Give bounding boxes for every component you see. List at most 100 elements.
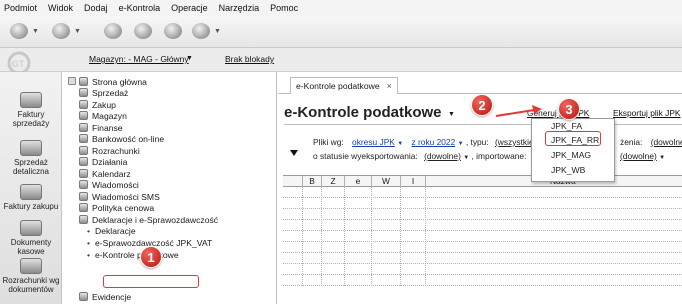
- grid-line: [321, 187, 322, 286]
- tree-item-pricing-policy[interactable]: Polityka cenowa: [79, 202, 154, 213]
- arrow-icon: [495, 105, 542, 117]
- chevron-down-icon[interactable]: ▼: [32, 28, 39, 35]
- dropdown-item-jpk-mag[interactable]: JPK_MAG: [551, 150, 591, 160]
- column-i[interactable]: I: [400, 176, 425, 187]
- tree-item-records[interactable]: Ewidencje: [79, 291, 131, 302]
- finance-icon: [79, 123, 88, 132]
- creation-filter[interactable]: (dowolne): [651, 137, 682, 147]
- chevron-down-icon[interactable]: ▼: [463, 155, 469, 161]
- tree-item-purchase[interactable]: Zakup: [79, 99, 116, 110]
- column-e[interactable]: e: [344, 176, 371, 187]
- tab-e-kontrole[interactable]: e-Kontrole podatkowe ×: [290, 77, 398, 94]
- table-row[interactable]: [283, 220, 682, 231]
- table-row[interactable]: [283, 209, 682, 220]
- quick-purchase-invoices[interactable]: Faktury zakupu: [0, 184, 62, 211]
- tree-sub-deklaracje[interactable]: Deklaracje: [87, 225, 136, 236]
- purchase-icon: [20, 184, 42, 200]
- year-filter[interactable]: z roku 2022: [411, 137, 455, 147]
- tree-item-actions[interactable]: Działania: [79, 156, 127, 167]
- tree-item-finance[interactable]: Finanse: [79, 122, 123, 133]
- filter-label: , importowane:: [471, 151, 527, 161]
- tree-item-home[interactable]: Strona główna: [79, 76, 147, 87]
- tree-sub-e-kontrole[interactable]: e-Kontrole podatkowe: [87, 249, 179, 260]
- table-row[interactable]: [283, 264, 682, 275]
- warehouse-icon: [79, 111, 88, 120]
- table-row[interactable]: [283, 242, 682, 253]
- export-jpk-link[interactable]: Eksportuj plik JPK: [613, 108, 681, 118]
- help-icon[interactable]: [192, 23, 210, 39]
- menu-narzedzia[interactable]: Narzędzia: [219, 3, 260, 13]
- quick-settlements[interactable]: Rozrachunki wg dokumentów: [0, 258, 62, 294]
- imported-filter[interactable]: (dowolne): [620, 151, 657, 161]
- declarations-icon: [79, 215, 88, 224]
- filter-label: Pliki wg:: [313, 137, 344, 147]
- tree-item-label: Strona główna: [92, 76, 147, 87]
- quick-sales-invoices[interactable]: Faktury sprzedaży: [0, 92, 62, 128]
- column-w[interactable]: W: [371, 176, 400, 187]
- quick-item-label: Faktury zakupu: [3, 202, 59, 211]
- new-document-icon[interactable]: [10, 23, 28, 39]
- chevron-down-icon[interactable]: ▼: [659, 155, 665, 161]
- dropdown-item-jpk-fa[interactable]: JPK_FA: [551, 121, 582, 131]
- table-row[interactable]: [283, 187, 682, 198]
- purchase-icon: [79, 100, 88, 109]
- tree-item-messages[interactable]: Wiadomości: [79, 179, 139, 190]
- highlight-e-kontrole: [103, 275, 199, 288]
- chevron-down-icon[interactable]: ▼: [458, 141, 464, 147]
- chevron-down-icon[interactable]: ▼: [74, 28, 81, 35]
- cash-register-icon: [20, 140, 42, 156]
- tree-item-sales[interactable]: Sprzedaż: [79, 87, 128, 98]
- grid-header: B Z e W I Nazwa: [283, 176, 682, 187]
- tools-icon[interactable]: [134, 23, 152, 39]
- tree-item-settlements[interactable]: Rozrachunki: [79, 145, 140, 156]
- period-filter[interactable]: okresu JPK: [352, 137, 395, 147]
- quick-cash-documents[interactable]: Dokumenty kasowe: [0, 220, 62, 256]
- column-b[interactable]: B: [302, 176, 321, 187]
- tree-item-sms[interactable]: Wiadomości SMS: [79, 191, 160, 202]
- chevron-down-icon[interactable]: ▼: [448, 111, 455, 118]
- divider: [284, 124, 682, 125]
- close-icon[interactable]: ×: [387, 81, 392, 91]
- warehouse-selector[interactable]: Magazyn: - MAG - Główny: [89, 54, 189, 64]
- tree-item-label: Rozrachunki: [92, 145, 140, 156]
- home-icon: [79, 77, 88, 86]
- tree-item-online-banking[interactable]: Bankowość on-line: [79, 133, 164, 144]
- bank-icon: [79, 134, 88, 143]
- filter-label: żenia:: [620, 137, 643, 147]
- tree-item-label: Bankowość on-line: [92, 133, 165, 144]
- menu-pomoc[interactable]: Pomoc: [270, 3, 298, 13]
- chevron-down-icon[interactable]: ▼: [214, 28, 221, 35]
- table-row[interactable]: [283, 253, 682, 264]
- settings-icon[interactable]: [164, 23, 182, 39]
- menu-bar: Podmiot Widok Dodaj e-Kontrola Operacje …: [0, 0, 682, 16]
- tree-item-calendar[interactable]: Kalendarz: [79, 168, 131, 179]
- tree-item-declarations[interactable]: Deklaracje i e-Sprawozdawczość: [79, 214, 218, 225]
- open-document-icon[interactable]: [52, 23, 70, 39]
- tree-item-label: Wiadomości: [92, 179, 139, 190]
- chevron-down-icon[interactable]: ▼: [186, 55, 193, 62]
- pin-icon[interactable]: [68, 77, 76, 85]
- tab-strip: e-Kontrole podatkowe ×: [278, 76, 682, 94]
- menu-e-kontrola[interactable]: e-Kontrola: [119, 3, 161, 13]
- table-row[interactable]: [283, 231, 682, 242]
- menu-dodaj[interactable]: Dodaj: [84, 3, 108, 13]
- collapse-filters-icon[interactable]: [290, 150, 298, 156]
- tree-item-label: Polityka cenowa: [92, 202, 155, 213]
- menu-widok[interactable]: Widok: [48, 3, 73, 13]
- tree-item-label: Magazyn: [92, 110, 127, 121]
- column-z[interactable]: Z: [321, 176, 344, 187]
- quick-retail-sales[interactable]: Sprzedaż detaliczna: [0, 140, 62, 176]
- chevron-down-icon[interactable]: ▼: [397, 141, 403, 147]
- print-icon[interactable]: [104, 23, 122, 39]
- table-row[interactable]: [283, 275, 682, 286]
- tree-item-warehouse[interactable]: Magazyn: [79, 110, 127, 121]
- dropdown-item-jpk-wb[interactable]: JPK_WB: [551, 165, 585, 175]
- menu-podmiot[interactable]: Podmiot: [4, 3, 37, 13]
- pricing-icon: [79, 203, 88, 212]
- table-row[interactable]: [283, 198, 682, 209]
- export-status-filter[interactable]: (dowolne): [424, 151, 461, 161]
- lock-status-link[interactable]: Brak blokady: [225, 54, 274, 64]
- menu-operacje[interactable]: Operacje: [171, 3, 208, 13]
- toolbar: ▼ ▼ ▼: [0, 16, 682, 48]
- page-title: e-Kontrole podatkowe: [284, 104, 442, 121]
